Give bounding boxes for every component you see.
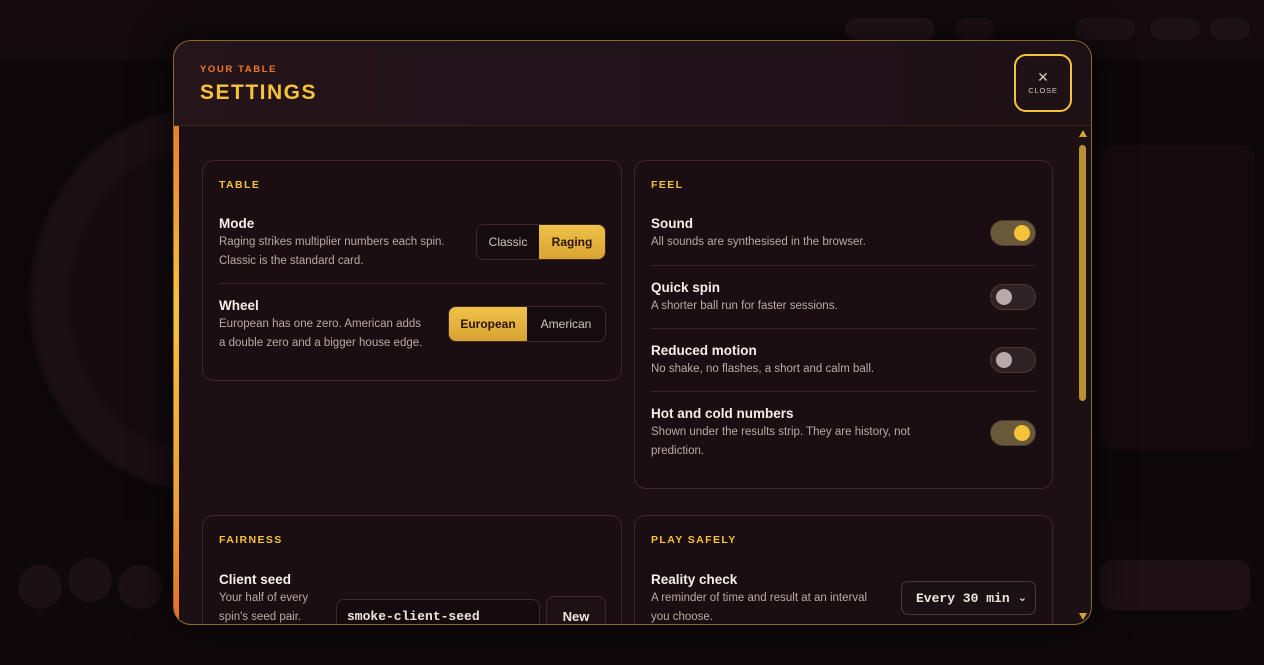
card-title: TABLE xyxy=(219,179,261,191)
settings-modal: YOUR TABLE SETTINGS ✕ CLOSE TABLE Mode R… xyxy=(173,40,1092,625)
card-title: FEEL xyxy=(651,179,684,191)
reality-check-selected: Every 30 min xyxy=(916,590,1010,606)
divider xyxy=(651,391,1036,392)
background-chip xyxy=(18,565,62,609)
mode-option-classic[interactable]: Classic xyxy=(477,225,540,259)
sound-label: Sound xyxy=(651,216,693,231)
hot-cold-toggle[interactable] xyxy=(990,420,1036,446)
wheel-segmented-control: European American xyxy=(448,306,606,342)
card-title: PLAY SAFELY xyxy=(651,534,737,546)
hot-cold-description: Shown under the results strip. They are … xyxy=(651,423,1036,461)
toggle-knob xyxy=(1014,425,1030,441)
close-button[interactable]: ✕ CLOSE xyxy=(1014,54,1072,112)
modal-eyebrow: YOUR TABLE xyxy=(200,64,278,75)
background-pill xyxy=(955,18,995,40)
reality-check-select[interactable]: Every 30 min ⌄ xyxy=(901,581,1036,615)
quick-spin-row: Quick spin A shorter ball run for faster… xyxy=(651,280,1036,316)
client-seed-label: Client seed xyxy=(219,572,292,587)
quick-spin-description: A shorter ball run for faster sessions. xyxy=(651,300,838,312)
scroll-up-icon[interactable] xyxy=(1079,130,1087,137)
feel-card: FEEL Sound All sounds are synthesised in… xyxy=(634,160,1053,489)
sound-toggle[interactable] xyxy=(990,220,1036,246)
quick-spin-label: Quick spin xyxy=(651,280,721,295)
close-label: CLOSE xyxy=(1028,86,1058,95)
mode-segmented-control: Classic Raging xyxy=(476,224,606,260)
hot-cold-desc-line: prediction. xyxy=(651,445,705,457)
hot-cold-row: Hot and cold numbers Shown under the res… xyxy=(651,406,1036,461)
mode-option-raging[interactable]: Raging xyxy=(539,225,605,259)
wheel-option-american[interactable]: American xyxy=(527,307,605,341)
scroll-down-icon[interactable] xyxy=(1079,613,1087,620)
hot-cold-desc-line: Shown under the results strip. They are … xyxy=(651,426,911,438)
new-seed-button[interactable]: New xyxy=(546,596,606,624)
background-chip xyxy=(68,558,112,602)
divider xyxy=(651,328,1036,329)
reduced-motion-row: Reduced motion No shake, no flashes, a s… xyxy=(651,343,1036,379)
card-title: FAIRNESS xyxy=(219,534,283,546)
divider xyxy=(219,283,605,284)
scrollbar-thumb[interactable] xyxy=(1079,145,1086,401)
background-pill xyxy=(1075,18,1135,40)
modal-title: SETTINGS xyxy=(200,81,318,104)
table-card: TABLE Mode Raging strikes multiplier num… xyxy=(202,160,622,381)
hot-cold-label: Hot and cold numbers xyxy=(651,406,794,421)
background-pill xyxy=(845,18,935,40)
close-icon: ✕ xyxy=(1037,69,1049,85)
toggle-knob xyxy=(996,352,1012,368)
reduced-motion-toggle[interactable] xyxy=(990,347,1036,373)
toggle-knob xyxy=(1014,225,1030,241)
reduced-motion-description: No shake, no flashes, a short and calm b… xyxy=(651,363,875,375)
background-button xyxy=(1100,560,1250,610)
client-seed-input[interactable]: smoke-client-seed xyxy=(336,599,540,624)
quick-spin-toggle[interactable] xyxy=(990,284,1036,310)
scrollbar[interactable] xyxy=(1078,127,1088,624)
toggle-knob xyxy=(996,289,1012,305)
sound-description: All sounds are synthesised in the browse… xyxy=(651,236,866,248)
play-safely-card: PLAY SAFELY Reality check A reminder of … xyxy=(634,515,1053,624)
background-pill xyxy=(1150,18,1200,40)
modal-body: TABLE Mode Raging strikes multiplier num… xyxy=(174,127,1074,624)
reduced-motion-label: Reduced motion xyxy=(651,343,757,358)
background-chip xyxy=(118,565,162,609)
chevron-down-icon: ⌄ xyxy=(1017,591,1027,604)
wheel-option-european[interactable]: European xyxy=(449,307,527,341)
background-pill xyxy=(1210,18,1250,40)
background-panel xyxy=(1100,145,1255,450)
modal-header: YOUR TABLE SETTINGS ✕ CLOSE xyxy=(174,41,1091,126)
sound-row: Sound All sounds are synthesised in the … xyxy=(651,216,1036,252)
divider xyxy=(651,265,1036,266)
fairness-card: FAIRNESS Client seed Your half of every … xyxy=(202,515,622,624)
